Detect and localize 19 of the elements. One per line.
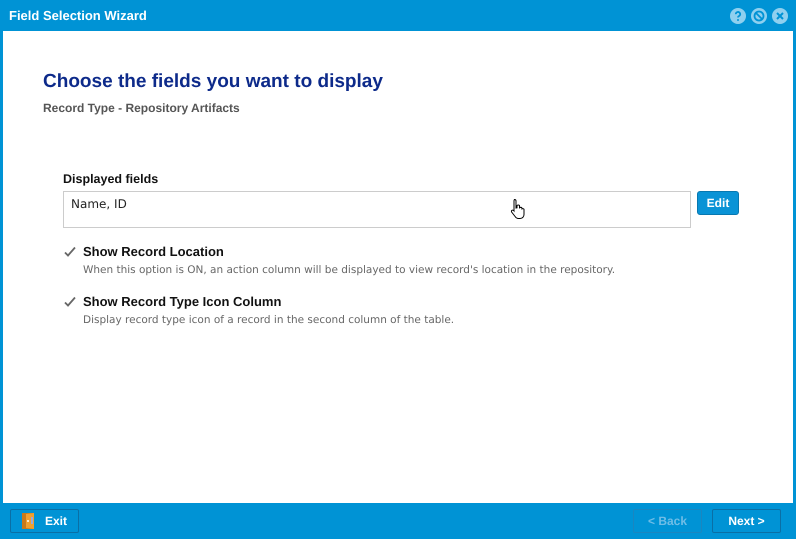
close-icon[interactable] xyxy=(772,8,788,24)
edit-button[interactable]: Edit xyxy=(697,191,739,215)
checkbox[interactable] xyxy=(63,244,77,258)
displayed-fields-field[interactable]: Name, ID xyxy=(63,191,691,228)
door-icon xyxy=(21,512,37,530)
hand-cursor-icon xyxy=(510,198,526,220)
option-label: Show Record Location xyxy=(83,244,224,259)
page-subheading: Record Type - Repository Artifacts xyxy=(43,101,241,115)
block-icon[interactable] xyxy=(751,8,767,24)
checkbox[interactable] xyxy=(63,294,77,308)
option-description: Display record type icon of a record in the second column of the table. xyxy=(83,314,456,326)
option-description: When this option is ON, an action column will be displayed to view record's location in the repository. xyxy=(83,264,616,276)
help-icon[interactable] xyxy=(730,8,746,24)
field-label: Displayed fields xyxy=(63,172,160,186)
window-title: Field Selection Wizard xyxy=(9,8,147,23)
option-label: Show Record Type Icon Column xyxy=(83,294,282,309)
nav-button[interactable]: Next > xyxy=(712,509,781,533)
page-heading: Choose the fields you want to display xyxy=(43,71,384,93)
exit-button[interactable]: Exit xyxy=(10,509,79,533)
